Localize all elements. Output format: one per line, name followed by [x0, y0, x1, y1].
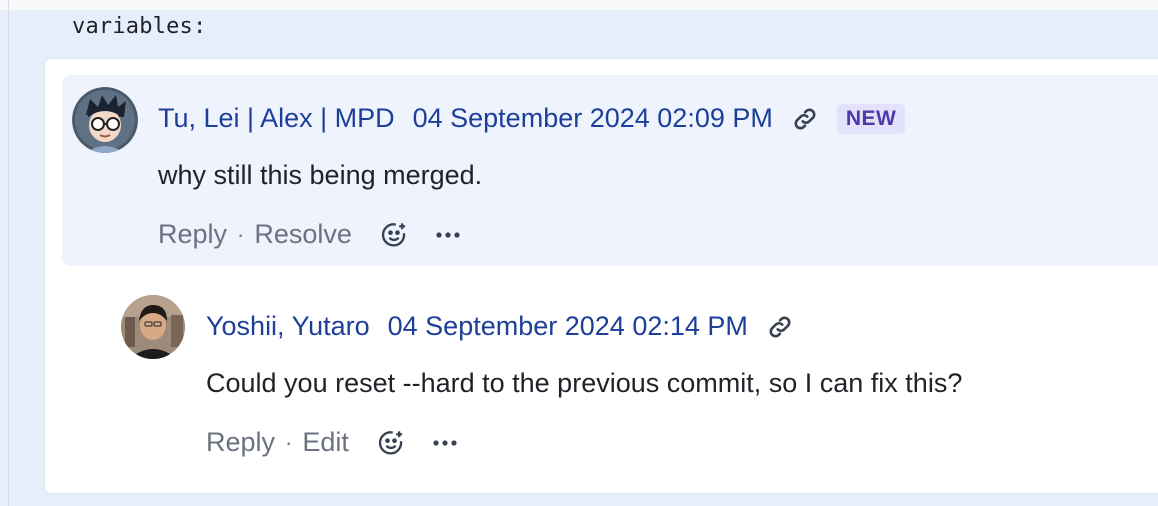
comment-actions: Reply · Resolve	[158, 219, 462, 250]
avatar[interactable]	[121, 295, 185, 359]
comment-timestamp[interactable]: 04 September 2024 02:14 PM	[388, 311, 748, 342]
add-reaction-icon[interactable]	[380, 221, 408, 249]
reply-button[interactable]: Reply	[158, 219, 227, 250]
separator-dot: ·	[237, 221, 245, 247]
comment-header: Tu, Lei | Alex | MPD 04 September 2024 0…	[158, 103, 906, 134]
comment-body: Could you reset --hard to the previous c…	[206, 368, 963, 398]
edit-button[interactable]: Edit	[302, 427, 349, 458]
diff-top-strip	[0, 0, 1158, 10]
new-badge: NEW	[836, 103, 906, 134]
comment-header: Yoshii, Yutaro 04 September 2024 02:14 P…	[206, 311, 794, 342]
link-icon[interactable]	[766, 313, 794, 341]
comment-body: why still this being merged.	[158, 160, 483, 190]
add-reaction-icon[interactable]	[377, 429, 405, 457]
link-icon[interactable]	[791, 105, 819, 133]
more-actions-icon[interactable]	[431, 438, 459, 448]
separator-dot: ·	[285, 429, 293, 455]
code-line: variables:	[72, 14, 207, 39]
more-actions-icon[interactable]	[434, 230, 462, 240]
comment-timestamp[interactable]: 04 September 2024 02:09 PM	[413, 103, 773, 134]
resolve-button[interactable]: Resolve	[254, 219, 352, 250]
avatar[interactable]	[72, 87, 138, 153]
comment-actions: Reply · Edit	[206, 427, 459, 458]
author-name[interactable]: Tu, Lei | Alex | MPD	[158, 103, 395, 134]
diff-gutter	[8, 0, 9, 506]
reply-button[interactable]: Reply	[206, 427, 275, 458]
author-name[interactable]: Yoshii, Yutaro	[206, 311, 370, 342]
